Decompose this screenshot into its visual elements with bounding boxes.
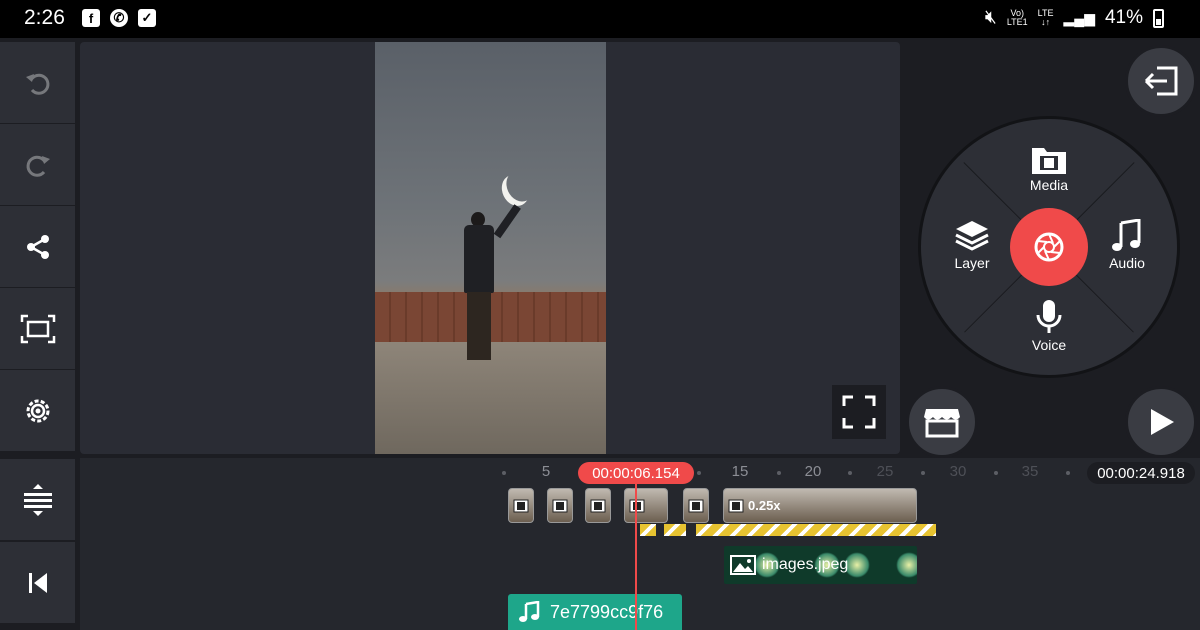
undo-icon	[25, 73, 49, 95]
person-legs	[467, 292, 491, 360]
exit-project-button[interactable]	[1125, 45, 1197, 117]
image-icon	[730, 555, 756, 575]
camera-shutter-icon	[1034, 232, 1064, 262]
video-clip[interactable]	[624, 488, 668, 523]
status-time: 2:26	[24, 6, 65, 29]
layer-button[interactable]: Layer	[932, 219, 1012, 271]
undo-button[interactable]	[0, 42, 75, 123]
ruler-dot	[777, 471, 781, 475]
transition-strip[interactable]	[664, 524, 686, 536]
lte-indicator: LTE ↓↑	[1037, 8, 1054, 27]
ruler-dot	[697, 471, 701, 475]
ruler-dot	[848, 471, 852, 475]
audio-clip-name: 7e7799cc9f76	[550, 601, 664, 622]
image-layer-name: images.jpeg	[762, 556, 849, 573]
left-toolbar	[0, 42, 76, 452]
video-clip[interactable]	[683, 488, 709, 523]
exit-icon	[1144, 66, 1178, 96]
whatsapp-icon: ✆	[110, 9, 128, 27]
ruler-tick: 35	[1021, 463, 1039, 480]
moon	[501, 166, 538, 206]
playhead-line[interactable]	[635, 482, 637, 630]
share-icon	[26, 234, 49, 259]
battery-percent: 41%	[1104, 7, 1143, 28]
film-icon	[590, 499, 606, 512]
status-bar: 2:26 f ✆ ✓ 🔇︎ Vo) LTE1 LTE ↓↑ ▂▄▆ 41%	[0, 0, 1200, 38]
share-button[interactable]	[0, 206, 75, 287]
volte-indicator: Vo) LTE1	[1006, 8, 1028, 27]
ruler-tick: 25	[876, 463, 894, 480]
layer-icon	[955, 221, 989, 251]
ruler-tick: 5	[541, 463, 551, 480]
voice-label: Voice	[1031, 337, 1067, 353]
image-layer-clip[interactable]: images.jpeg	[724, 546, 917, 584]
store-icon	[924, 409, 960, 438]
music-note-icon	[519, 601, 540, 622]
video-preview-panel	[80, 42, 900, 454]
play-button[interactable]	[1125, 386, 1197, 458]
film-icon	[552, 499, 568, 512]
skip-to-start-button[interactable]	[0, 542, 75, 623]
audio-label: Audio	[1109, 255, 1145, 271]
media-label: Media	[1029, 177, 1069, 193]
person-body	[464, 225, 494, 293]
media-icon	[1032, 148, 1066, 174]
battery-icon	[1153, 8, 1164, 28]
audio-button[interactable]: Audio	[1087, 219, 1167, 271]
ruler-dot	[502, 471, 506, 475]
clip-speed-label: 0.25x	[748, 498, 781, 513]
ruler-tick: 30	[949, 463, 967, 480]
effect-layer-strip[interactable]	[696, 524, 936, 536]
microphone-icon	[1036, 300, 1062, 333]
timeline-panel[interactable]: 5 15 20 25 30 35 0.25x images.jpeg 7e779…	[80, 458, 1200, 630]
timeline-expand-icon	[23, 483, 52, 516]
ruler-dot	[1066, 471, 1070, 475]
redo-button[interactable]	[0, 124, 75, 205]
asset-store-button[interactable]	[906, 386, 978, 458]
aspect-ratio-icon	[20, 314, 55, 343]
video-frame[interactable]	[375, 42, 606, 454]
play-icon	[1151, 409, 1174, 435]
audio-icon	[1112, 219, 1141, 251]
timeline-expand-button[interactable]	[0, 459, 75, 540]
fullscreen-icon	[842, 395, 876, 429]
playhead-time[interactable]: 00:00:06.154	[578, 462, 694, 484]
media-wheel-menu: Media Layer Audio Voice	[918, 116, 1180, 378]
skip-to-start-icon	[28, 572, 47, 593]
video-clip-slowmo[interactable]: 0.25x	[723, 488, 917, 523]
redo-icon	[26, 155, 50, 177]
settings-button[interactable]	[0, 370, 75, 451]
fullscreen-button[interactable]	[832, 385, 886, 439]
film-icon	[688, 499, 704, 512]
media-button[interactable]: Media	[1009, 143, 1089, 193]
record-capture-button[interactable]	[1010, 208, 1088, 286]
facebook-icon: f	[82, 9, 100, 27]
ruler-dot	[994, 471, 998, 475]
voice-button[interactable]: Voice	[1009, 299, 1089, 353]
signal-icon: ▂▄▆	[1063, 9, 1095, 26]
audio-clip[interactable]: 7e7799cc9f76	[508, 594, 682, 630]
film-icon	[728, 499, 744, 512]
checkbox-notification-icon: ✓	[138, 9, 156, 27]
film-icon	[513, 499, 529, 512]
video-clip[interactable]	[547, 488, 573, 523]
ruler-tick: 20	[804, 463, 822, 480]
aspect-ratio-button[interactable]	[0, 288, 75, 369]
ruler-dot	[921, 471, 925, 475]
transition-strip[interactable]	[640, 524, 656, 536]
layer-thumbnail-blob	[896, 552, 917, 578]
settings-icon	[26, 399, 49, 422]
ruler-tick: 15	[731, 463, 749, 480]
video-clip[interactable]	[508, 488, 534, 523]
mute-icon: 🔇︎	[984, 7, 997, 28]
video-clip[interactable]	[585, 488, 611, 523]
person-arm	[493, 204, 521, 239]
film-icon	[629, 499, 645, 512]
total-duration: 00:00:24.918	[1087, 462, 1195, 484]
layer-label: Layer	[954, 255, 990, 271]
